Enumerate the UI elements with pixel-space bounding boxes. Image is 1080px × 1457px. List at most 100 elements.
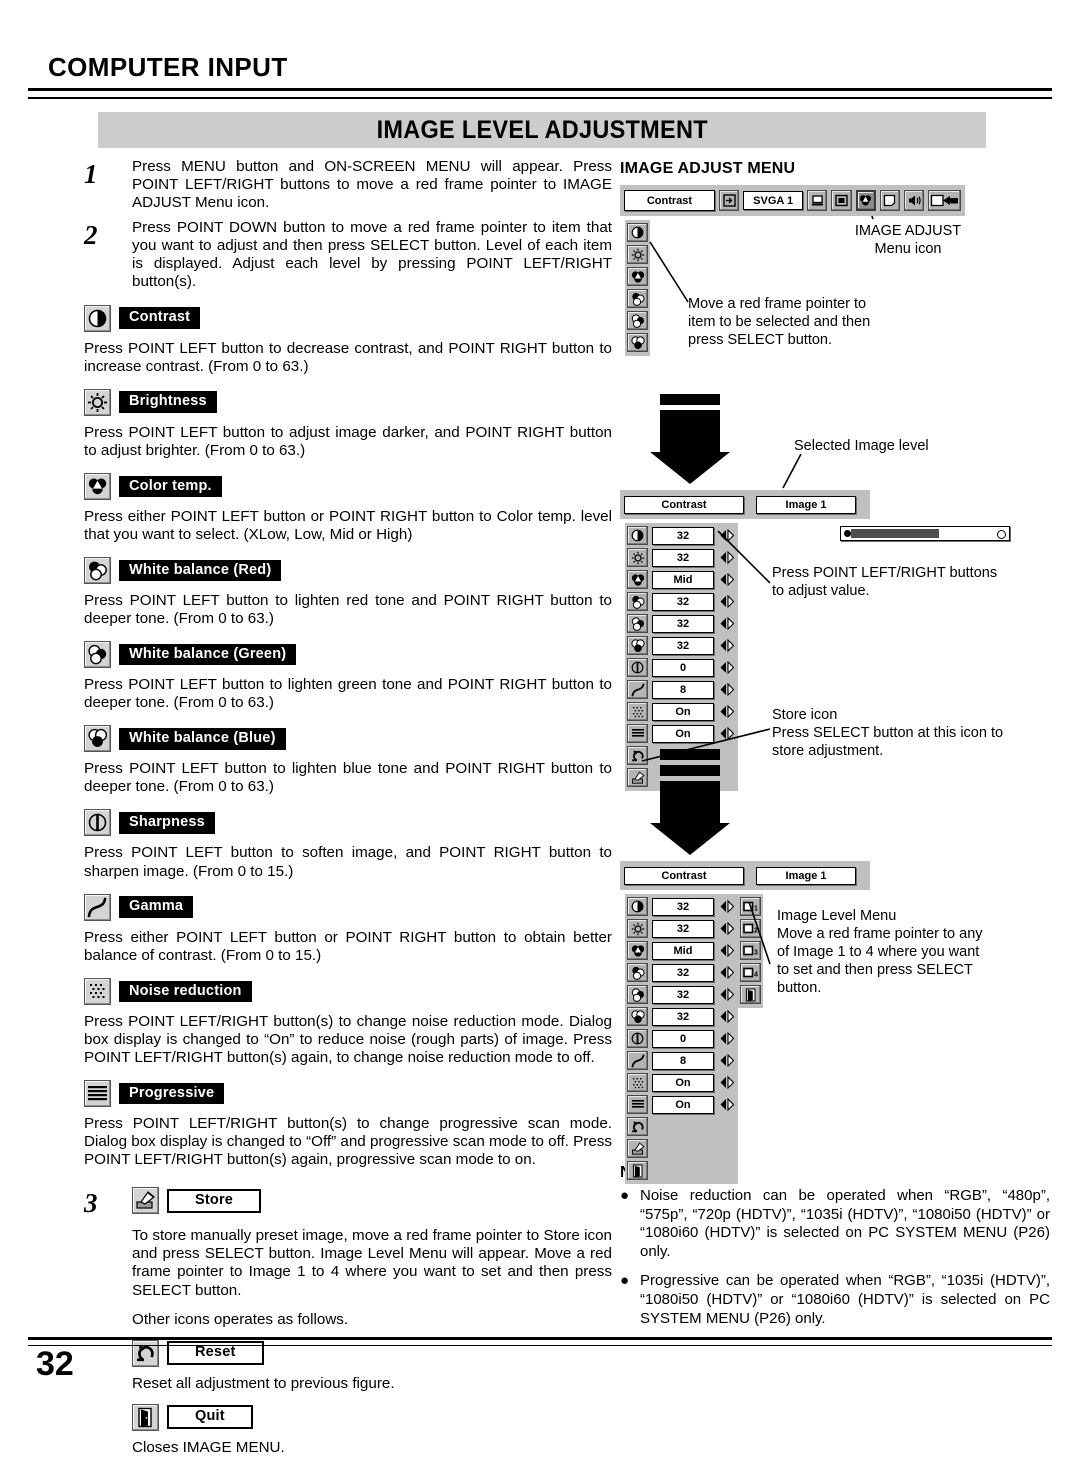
osd-row-color-temp[interactable]: Mid (627, 940, 736, 961)
osd-row-color-temp[interactable]: Mid (627, 569, 736, 590)
step-2: 2 Press POINT DOWN button to move a red … (84, 219, 612, 291)
reset-icon[interactable] (627, 746, 648, 765)
pc-adjust-icon[interactable] (879, 190, 901, 211)
left-right-arrows-icon[interactable] (718, 551, 736, 564)
osd-value: On (652, 702, 714, 721)
osd-value-slider[interactable] (840, 526, 1010, 541)
progressive-icon (627, 724, 648, 743)
reset-text: Reset all adjustment to previous figure. (132, 1374, 395, 1392)
osd-value: 32 (652, 548, 714, 567)
item-text: Press either POINT LEFT button or POINT … (84, 507, 612, 543)
osd-value: 32 (652, 1007, 714, 1026)
white-balance-blue-icon (627, 1007, 648, 1026)
image-4-icon[interactable]: 4 (740, 963, 761, 982)
osd-row-wb-red[interactable]: 32 (627, 591, 736, 612)
left-right-arrows-icon[interactable] (718, 966, 736, 979)
left-right-arrows-icon[interactable] (718, 661, 736, 674)
osd-row-wb-green[interactable]: 32 (627, 613, 736, 634)
osd-row-progressive[interactable]: On (627, 723, 736, 744)
input-icon[interactable] (718, 190, 740, 211)
left-right-arrows-icon[interactable] (718, 705, 736, 718)
left-right-arrows-icon[interactable] (718, 988, 736, 1001)
noise-reduction-icon (84, 977, 111, 1005)
osd-row-gamma[interactable]: 8 (627, 1050, 736, 1071)
store-icon[interactable] (627, 768, 648, 787)
left-right-arrows-icon[interactable] (718, 1076, 736, 1089)
left-right-arrows-icon[interactable] (718, 900, 736, 913)
white-balance-red-icon (627, 963, 648, 982)
computer-icon[interactable] (807, 190, 828, 211)
note-section: NOTE : ● Noise reduction can be operated… (620, 1164, 1050, 1328)
white-balance-green-icon (627, 614, 648, 633)
item-contrast: Contrast Press POINT LEFT button to decr… (84, 304, 612, 376)
store-icon[interactable] (627, 1139, 648, 1158)
callout-image-level-menu: Image Level Menu Move a red frame pointe… (777, 908, 983, 998)
brightness-icon (627, 919, 648, 938)
osd-value: 32 (652, 985, 714, 1004)
osd-row-noise-reduction[interactable]: On (627, 1072, 736, 1093)
left-right-arrows-icon[interactable] (718, 573, 736, 586)
left-right-arrows-icon[interactable] (718, 944, 736, 957)
osd-value: 32 (652, 636, 714, 655)
step-number: 1 (84, 159, 98, 189)
osd-row-contrast[interactable]: 32 (627, 896, 736, 917)
step-text: Press POINT DOWN button to move a red fr… (132, 219, 612, 291)
quit-icon[interactable] (740, 985, 761, 1004)
left-right-arrows-icon[interactable] (718, 529, 736, 542)
callout-adjust-value-line1: Press POINT LEFT/RIGHT buttons (772, 565, 998, 581)
left-right-arrows-icon[interactable] (718, 639, 736, 652)
step-text: Press MENU button and ON-SCREEN MENU wil… (132, 158, 612, 212)
osd-row-contrast[interactable]: 32 (627, 525, 736, 546)
left-right-arrows-icon[interactable] (718, 727, 736, 740)
item-label: Gamma (119, 896, 194, 918)
osd-panel-title-bar-3: Contrast Image 1 (620, 861, 870, 890)
image-2-icon[interactable]: 2 (740, 919, 761, 938)
flow-arrow-2 (650, 749, 730, 855)
osd-panel-title-right: Image 1 (756, 866, 856, 885)
item-noise-reduction: Noise reduction Press POINT LEFT/RIGHT b… (84, 977, 612, 1067)
osd-row-gamma[interactable]: 8 (627, 679, 736, 700)
image-3-icon[interactable]: 3 (740, 941, 761, 960)
osd-row-sharpness[interactable]: 0 (627, 657, 736, 678)
callout-leader-lines (620, 216, 1050, 406)
left-right-arrows-icon[interactable] (718, 1032, 736, 1045)
osd-row-sharpness[interactable]: 0 (627, 1028, 736, 1049)
osd-row-wb-blue[interactable]: 32 (627, 1006, 736, 1027)
item-label: Sharpness (119, 812, 215, 834)
screen-icon[interactable] (831, 190, 852, 211)
left-right-arrows-icon[interactable] (718, 1098, 736, 1111)
note-text: Noise reduction can be operated when “RG… (640, 1187, 1050, 1260)
reset-icon[interactable] (627, 1117, 648, 1136)
setting-icon[interactable] (928, 190, 962, 211)
osd-row-brightness[interactable]: 32 (627, 918, 736, 939)
item-label: White balance (Blue) (119, 728, 286, 750)
left-right-arrows-icon[interactable] (718, 922, 736, 935)
gamma-icon (627, 1051, 648, 1070)
svg-text:3: 3 (754, 950, 758, 957)
osd-row-wb-green[interactable]: 32 (627, 984, 736, 1005)
slider-knob[interactable] (997, 530, 1006, 539)
osd-source: SVGA 1 (743, 191, 804, 210)
osd-row-brightness[interactable]: 32 (627, 547, 736, 568)
osd-value: 32 (652, 919, 714, 938)
left-right-arrows-icon[interactable] (718, 1010, 736, 1023)
osd-row-wb-red[interactable]: 32 (627, 962, 736, 983)
page-number: 32 (36, 1345, 74, 1383)
section-title: IMAGE LEVEL ADJUSTMENT (376, 115, 708, 144)
left-right-arrows-icon[interactable] (718, 1054, 736, 1067)
left-right-arrows-icon[interactable] (718, 595, 736, 608)
store-icon (132, 1187, 159, 1215)
osd-row-progressive[interactable]: On (627, 1094, 736, 1115)
callout-image-level-line5: button. (777, 979, 822, 996)
sound-icon[interactable] (904, 190, 925, 211)
osd-row-noise-reduction[interactable]: On (627, 701, 736, 722)
osd-row-wb-blue[interactable]: 32 (627, 635, 736, 656)
image-adjust-icon[interactable] (855, 190, 876, 211)
svg-text:2: 2 (754, 928, 758, 935)
left-right-arrows-icon[interactable] (718, 683, 736, 696)
image-1-icon[interactable]: 1 (740, 897, 761, 916)
left-right-arrows-icon[interactable] (718, 617, 736, 630)
item-reset: Reset Reset all adjustment to previous f… (132, 1339, 612, 1393)
quit-label: Quit (167, 1405, 253, 1429)
quit-icon[interactable] (627, 1161, 648, 1180)
